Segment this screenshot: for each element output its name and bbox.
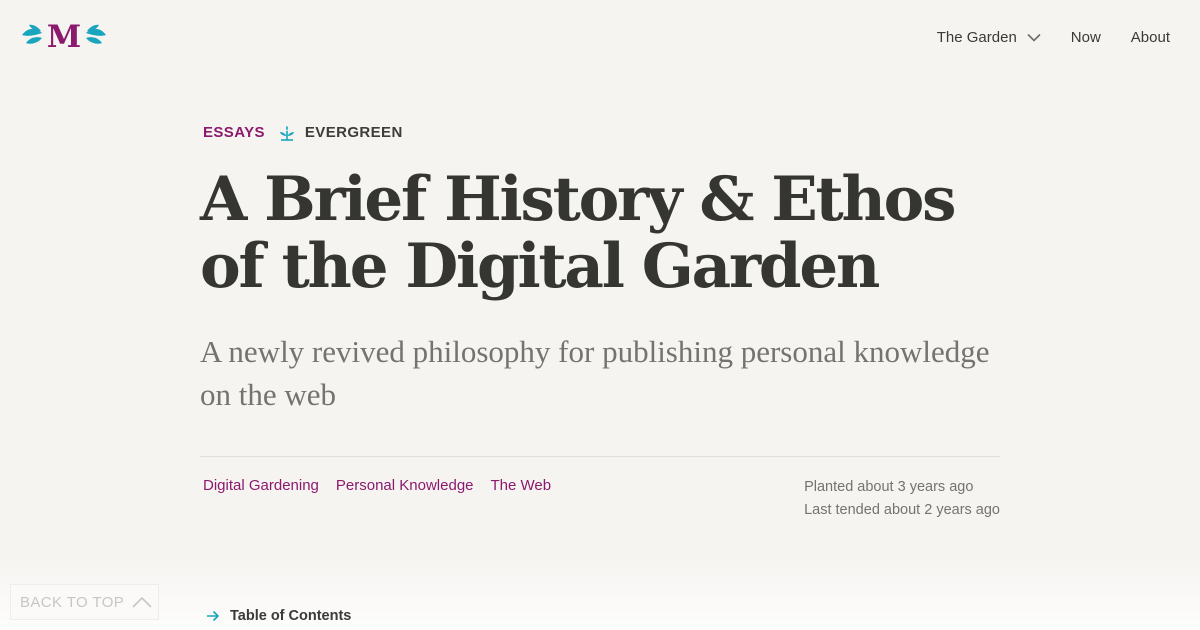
nav-item-label: About (1130, 29, 1170, 46)
page-subtitle: A newly revived philosophy for publishin… (200, 334, 990, 412)
tag-list: Digital Gardening Personal Knowledge The… (203, 477, 551, 494)
toc-label: Table of Contents (230, 608, 352, 624)
category-link[interactable]: ESSAYS (203, 124, 265, 141)
divider (200, 456, 1000, 457)
nav-item-label: Now (1070, 29, 1101, 46)
page-title: A Brief History & Ethos of the Digital G… (200, 164, 957, 302)
article-meta-row: ESSAYS EVERGREEN (203, 124, 403, 141)
top-nav: The Garden Now About (937, 29, 1170, 46)
back-to-top-label: BACK TO TOP (20, 593, 125, 611)
tag-link[interactable]: Personal Knowledge (336, 477, 474, 494)
nav-item-label: The Garden (936, 29, 1017, 46)
logo-letter: M (47, 19, 81, 54)
article-dates: Planted about 3 years ago Last tended ab… (804, 476, 1000, 522)
nav-item-the-garden[interactable]: The Garden (937, 29, 1041, 46)
logo-mark-icon: M (22, 19, 106, 54)
chevron-up-icon (132, 596, 152, 608)
last-tended-date: Last tended about 2 years ago (804, 502, 1000, 518)
growth-stage-label: EVERGREEN (304, 124, 403, 141)
chevron-down-icon (1027, 33, 1041, 42)
table-of-contents-toggle[interactable]: Table of Contents (206, 608, 351, 624)
site-logo[interactable]: M (20, 18, 108, 54)
tag-link[interactable]: Digital Gardening (203, 477, 319, 494)
tag-link[interactable]: The Web (491, 477, 552, 494)
nav-item-now[interactable]: Now (1071, 29, 1101, 46)
planted-date: Planted about 3 years ago (804, 479, 974, 495)
arrow-right-icon (206, 610, 220, 622)
back-to-top-button[interactable]: BACK TO TOP (10, 584, 159, 620)
nav-item-about[interactable]: About (1131, 29, 1170, 46)
sprout-icon (279, 125, 295, 141)
bottom-fade (0, 555, 1200, 630)
